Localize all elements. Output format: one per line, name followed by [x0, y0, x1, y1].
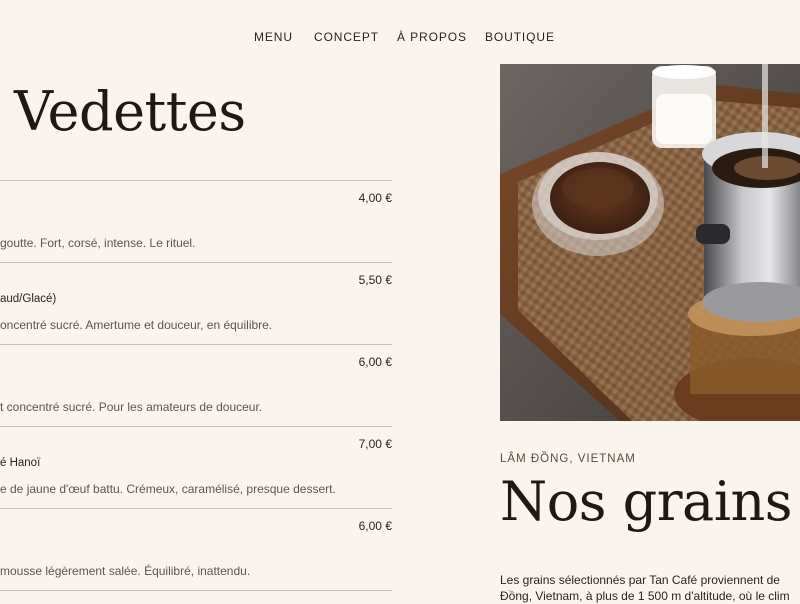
- menu-item: 4,00 € goutte. Fort, corsé, intense. Le …: [0, 180, 392, 262]
- menu-item: 6,00 € t concentré sucré. Pour les amate…: [0, 344, 392, 426]
- menu-item: 6,00 € mousse légèrement salée. Équilibr…: [0, 508, 392, 591]
- menu-item-price: 4,00 €: [358, 191, 392, 205]
- grains-body-line: Les grains sélectionnés par Tan Café pro…: [500, 573, 780, 587]
- grains-body-line: Đồng, Vietnam, à plus de 1 500 m d'altit…: [500, 589, 790, 603]
- menu-item-subtitle: é Hanoï: [0, 457, 41, 469]
- menu-item-description: goutte. Fort, corsé, intense. Le rituel.: [0, 236, 196, 250]
- nav-link-concept[interactable]: CONCEPT: [314, 30, 379, 44]
- menu-item-description: t concentré sucré. Pour les amateurs de …: [0, 400, 263, 414]
- menu-item-price: 7,00 €: [358, 437, 392, 451]
- menu-item: 7,00 € é Hanoï e de jaune d'œuf battu. C…: [0, 426, 392, 508]
- menu-item-description: oncentré sucré. Amertume et douceur, en …: [0, 318, 273, 332]
- menu-list: 4,00 € goutte. Fort, corsé, intense. Le …: [0, 180, 392, 591]
- grains-section-body: Les grains sélectionnés par Tan Café pro…: [500, 572, 800, 604]
- coffee-photo: [500, 64, 800, 421]
- menu-section-title: Vedettes: [14, 80, 246, 143]
- coffee-photo-illustration: [500, 64, 800, 421]
- menu-item-description: mousse légèrement salée. Équilibré, inat…: [0, 564, 251, 578]
- top-navigation: MENU CONCEPT À PROPOS BOUTIQUE: [0, 30, 800, 46]
- grains-section-title: Nos grains: [500, 470, 792, 533]
- menu-item-description: e de jaune d'œuf battu. Crémeux, caramél…: [0, 482, 336, 496]
- menu-item: 5,50 € aud/Glacé) oncentré sucré. Amertu…: [0, 262, 392, 344]
- menu-item-subtitle: aud/Glacé): [0, 293, 57, 305]
- menu-item-price: 6,00 €: [358, 355, 392, 369]
- menu-item-price: 5,50 €: [358, 273, 392, 287]
- nav-link-menu[interactable]: MENU: [254, 30, 293, 44]
- grains-origin-label: LÂM ĐỒNG, VIETNAM: [500, 453, 636, 465]
- menu-item-price: 6,00 €: [358, 519, 392, 533]
- nav-link-a-propos[interactable]: À PROPOS: [397, 30, 467, 44]
- nav-link-boutique[interactable]: BOUTIQUE: [485, 30, 555, 44]
